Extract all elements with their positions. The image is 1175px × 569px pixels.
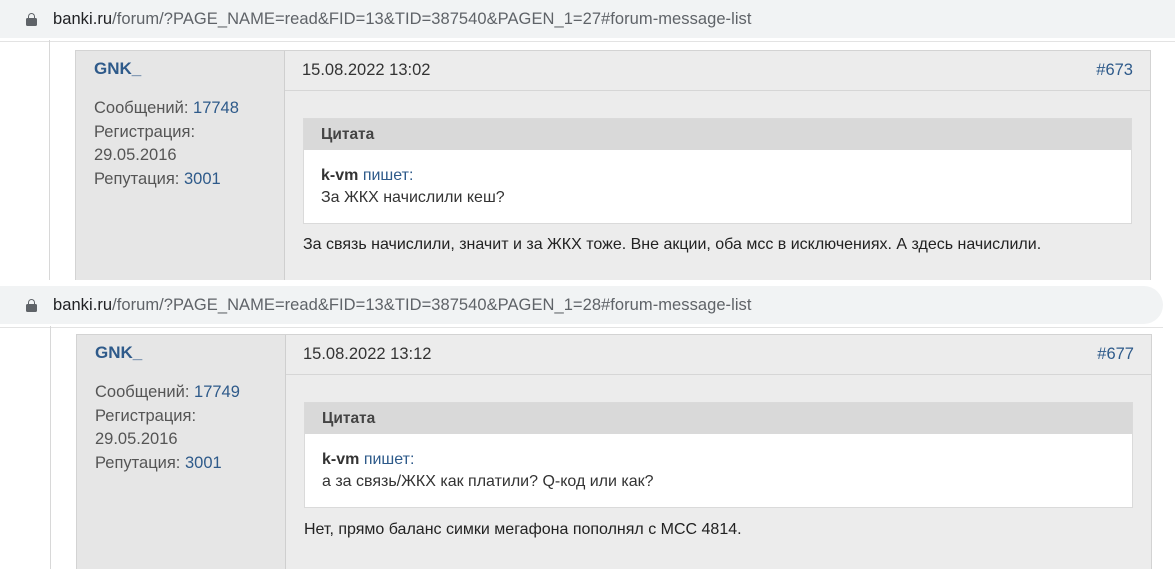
reputation-label: Репутация: [94, 169, 180, 188]
post-reply-text: Нет, прямо баланс симки мегафона пополня… [304, 521, 742, 538]
reputation-link[interactable]: 3001 [185, 454, 222, 472]
registration-date: 29.05.2016 [95, 430, 178, 448]
quote-body: k-vm пишет: За ЖКХ начислили кеш? [304, 150, 1131, 223]
lock-icon[interactable] [26, 298, 37, 312]
forum-post: GNK_ Сообщений: 17748 Регистрация: 29.05… [75, 50, 1151, 280]
url-host: banki.ru [53, 295, 113, 314]
author-info: Сообщений: 17749 Регистрация: 29.05.2016… [95, 381, 240, 475]
messages-count-link[interactable]: 17749 [194, 383, 240, 401]
quote-body: k-vm пишет: а за связь/ЖКХ как платили? … [305, 434, 1132, 507]
messages-count-row: Сообщений: 17748 [94, 97, 239, 121]
screenshot-fragment-1: banki.ru/forum/?PAGE_NAME=read&FID=13&TI… [0, 0, 1175, 280]
post-author-panel: GNK_ Сообщений: 17749 Регистрация: 29.05… [77, 335, 286, 569]
messages-count-row: Сообщений: 17749 [95, 381, 240, 405]
page-border [50, 326, 51, 569]
post-reply-text: За связь начислили, значит и за ЖКХ тоже… [303, 236, 1042, 253]
address-bar-url[interactable]: banki.ru/forum/?PAGE_NAME=read&FID=13&TI… [53, 296, 751, 315]
quote-text: а за связь/ЖКХ как платили? Q-код или ка… [322, 473, 654, 490]
registration-label: Регистрация: [94, 122, 196, 141]
lock-icon[interactable] [26, 12, 37, 26]
messages-label: Сообщений: [95, 383, 190, 401]
reputation-row: Репутация: 3001 [94, 168, 239, 192]
quote-block: Цитата k-vm пишет: а за связь/ЖКХ как пл… [304, 402, 1133, 508]
post-date: 15.08.2022 13:02 [302, 61, 431, 79]
registration-label: Регистрация: [95, 406, 197, 425]
reputation-label: Репутация: [95, 453, 181, 472]
url-path: /forum/?PAGE_NAME=read&FID=13&TID=387540… [112, 295, 752, 314]
forum-post: GNK_ Сообщений: 17749 Регистрация: 29.05… [76, 334, 1152, 569]
post-header: 15.08.2022 13:02 #673 [285, 51, 1150, 91]
post-number-link[interactable]: #673 [1096, 61, 1133, 80]
quote-author: k-vm [322, 451, 360, 468]
page-border [49, 40, 50, 280]
messages-count-link[interactable]: 17748 [193, 99, 239, 117]
author-name-link[interactable]: GNK_ [95, 343, 142, 363]
post-content: 15.08.2022 13:12 #677 Цитата k-vm пишет:… [286, 335, 1151, 569]
quote-title: Цитата [304, 119, 1131, 150]
messages-label: Сообщений: [94, 99, 189, 117]
address-bar[interactable]: banki.ru/forum/?PAGE_NAME=read&FID=13&TI… [0, 0, 1175, 42]
quote-attribution: k-vm пишет: [322, 449, 1115, 471]
quote-title: Цитата [305, 403, 1132, 434]
address-bar-url[interactable]: banki.ru/forum/?PAGE_NAME=read&FID=13&TI… [53, 10, 751, 29]
quote-block: Цитата k-vm пишет: За ЖКХ начислили кеш? [303, 118, 1132, 224]
author-name-link[interactable]: GNK_ [94, 59, 141, 79]
url-path: /forum/?PAGE_NAME=read&FID=13&TID=387540… [112, 9, 752, 28]
quote-author: k-vm [321, 167, 359, 184]
quote-writes: пишет: [362, 167, 414, 184]
post-date: 15.08.2022 13:12 [303, 345, 432, 363]
reputation-row: Репутация: 3001 [95, 452, 240, 476]
post-content: 15.08.2022 13:02 #673 Цитата k-vm пишет:… [285, 51, 1150, 280]
author-info: Сообщений: 17748 Регистрация: 29.05.2016… [94, 97, 239, 191]
registration-date: 29.05.2016 [94, 146, 177, 164]
screenshot-fragment-2: banki.ru/forum/?PAGE_NAME=read&FID=13&TI… [0, 286, 1175, 569]
post-number-link[interactable]: #677 [1097, 345, 1134, 364]
url-host: banki.ru [53, 9, 113, 28]
reputation-link[interactable]: 3001 [184, 170, 221, 188]
quote-writes: пишет: [363, 451, 415, 468]
address-bar[interactable]: banki.ru/forum/?PAGE_NAME=read&FID=13&TI… [0, 286, 1163, 328]
quote-attribution: k-vm пишет: [321, 165, 1114, 187]
quote-text: За ЖКХ начислили кеш? [321, 189, 505, 206]
post-author-panel: GNK_ Сообщений: 17748 Регистрация: 29.05… [76, 51, 285, 280]
post-header: 15.08.2022 13:12 #677 [286, 335, 1151, 375]
